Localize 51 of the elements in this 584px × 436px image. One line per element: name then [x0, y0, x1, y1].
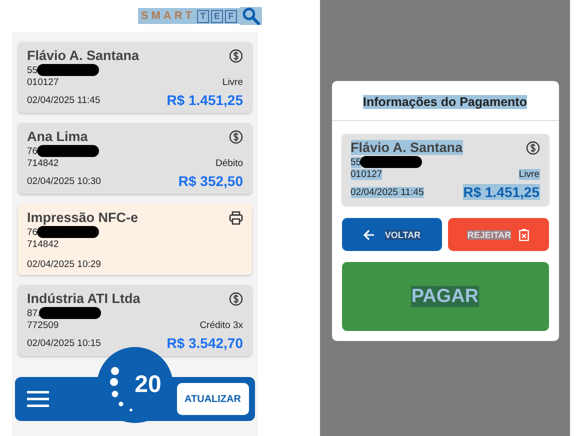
transaction-date: 02/04/2025 10:29: [27, 259, 101, 270]
dollar-coin-icon: [229, 130, 243, 144]
redaction-mark: [39, 307, 102, 319]
amount: R$ 352,50: [178, 173, 243, 189]
transaction-card[interactable]: Ana Lima 76 714842 Débito 02/04/2025 10:30 R$ 352,50: [18, 123, 252, 194]
app-logo: SMART T E F: [138, 8, 240, 24]
customer-name: Flávio A. Santana: [350, 140, 463, 155]
dollar-coin-icon: [526, 140, 540, 154]
document-number: 76: [27, 226, 38, 238]
transaction-date: 02/04/2025 10:15: [27, 338, 101, 348]
transaction-code: 714842: [27, 158, 59, 169]
redaction-mark: [36, 226, 99, 238]
pending-count: 20: [134, 371, 162, 399]
transaction-card[interactable]: Flávio A. Santana 55 010127 Livre 02/04/2025 11:45 R$ 1.451,25: [18, 42, 252, 113]
amount: R$ 1.451,25: [166, 92, 243, 108]
payment-method: Livre: [518, 169, 540, 180]
payment-method: Débito: [216, 158, 243, 169]
search-icon[interactable]: [240, 7, 262, 25]
document-number: 76: [27, 146, 38, 156]
customer-name: Indústria ATI Ltda: [27, 291, 140, 306]
transaction-date: 02/04/2025 11:45: [27, 94, 100, 106]
dollar-coin-icon: [229, 292, 243, 306]
transaction-date: 02/04/2025 10:30: [27, 176, 101, 186]
transaction-code: 010127: [350, 169, 382, 180]
payment-method: Crédito 3x: [200, 320, 243, 331]
arrow-left-icon: [362, 228, 375, 240]
transaction-card[interactable]: Impressão NFC-e 76 714842 02/04/2025 10:29: [18, 204, 252, 275]
transaction-date: 02/04/2025 11:45: [350, 186, 424, 198]
transaction-code: 772509: [27, 320, 59, 331]
back-button[interactable]: VOLTAR: [342, 218, 442, 251]
redaction-mark: [36, 145, 99, 157]
amount: R$ 3.542,70: [166, 335, 243, 351]
redaction-mark: [36, 64, 99, 76]
printer-icon: [229, 210, 243, 224]
transaction-code: 714842: [27, 239, 59, 250]
customer-name: Impressão NFC-e: [27, 210, 138, 225]
amount: R$ 1.451,25: [463, 184, 540, 200]
document-number: 55: [27, 64, 38, 76]
refresh-button[interactable]: ATUALIZAR: [176, 383, 249, 415]
transaction-code: 010127: [27, 77, 59, 88]
document-number: 87.: [27, 308, 40, 318]
dollar-coin-icon: [229, 48, 243, 62]
customer-name: Flávio A. Santana: [27, 48, 140, 63]
customer-name: Ana Lima: [27, 129, 88, 144]
dialog-title: Informações do Pagamento: [363, 95, 527, 109]
delete-icon: [519, 228, 530, 240]
document-number: 55: [350, 156, 362, 168]
payment-method: Livre: [222, 77, 243, 88]
transaction-card[interactable]: Indústria ATI Ltda 87. 772509 Crédito 3x 02/04/2025 10:15 R$ 3.542,70: [18, 285, 252, 356]
redaction-mark: [360, 156, 422, 168]
menu-icon[interactable]: [27, 391, 49, 407]
